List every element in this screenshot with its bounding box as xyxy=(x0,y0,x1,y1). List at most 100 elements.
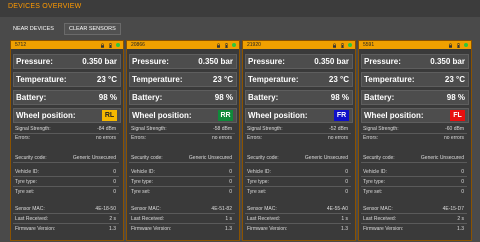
signal-strength-value: -58 dBm xyxy=(213,126,232,132)
signal-strength-value: -60 dBm xyxy=(445,126,464,132)
tyre-type-row: Tyre type: 0 xyxy=(13,178,119,187)
status-indicator-icon xyxy=(348,43,352,47)
sensor-mac-row: Sensor MAC: 4E-55-A0 xyxy=(245,205,351,214)
wheel-position-label: Wheel position: xyxy=(16,111,76,120)
tyre-set-value: 0 xyxy=(461,189,464,195)
sensor-mac-value: 4E-18-50 xyxy=(95,206,116,212)
errors-row: Errors: no errors xyxy=(361,134,467,142)
battery-row: Battery: 98 % xyxy=(245,90,353,105)
battery-icon xyxy=(224,42,229,48)
temperature-value: 23 °C xyxy=(212,75,233,84)
page-title: DEVICES OVERVIEW xyxy=(8,3,82,10)
firmware-version-value: 1.3 xyxy=(109,226,116,232)
tab-near-devices[interactable]: NEAR DEVICES xyxy=(8,23,59,35)
firmware-version-row: Firmware Version: 1.3 xyxy=(245,225,351,233)
temperature-label: Temperature: xyxy=(364,75,415,84)
device-card[interactable]: 5591 Pressure: 0.350 bar Temperature: 23… xyxy=(358,40,472,241)
temperature-row: Temperature: 23 °C xyxy=(129,72,237,87)
wheel-position-row: Wheel position: RL xyxy=(13,108,121,123)
temperature-row: Temperature: 23 °C xyxy=(13,72,121,87)
last-received-row: Last Received: 1 s xyxy=(129,215,235,224)
signal-strength-value: -84 dBm xyxy=(97,126,116,132)
signal-strength-value: -52 dBm xyxy=(329,126,348,132)
tyre-set-row: Tyre set: 0 xyxy=(129,188,235,196)
sensor-id: 5591 xyxy=(363,42,375,48)
device-cards: 5712 Pressure: 0.350 bar Temperature: 23… xyxy=(10,40,476,241)
errors-value: no errors xyxy=(443,135,464,141)
last-received-row: Last Received: 2 s xyxy=(361,215,467,224)
sensor-mac-value: 4E-51-82 xyxy=(211,206,232,212)
temperature-label: Temperature: xyxy=(248,75,299,84)
errors-label: Errors: xyxy=(131,135,146,141)
wheel-position-badge[interactable]: FR xyxy=(334,110,349,121)
sensor-mac-label: Sensor MAC: xyxy=(247,206,277,212)
battery-label: Battery: xyxy=(248,93,279,102)
pressure-row: Pressure: 0.350 bar xyxy=(245,54,353,69)
tyre-type-label: Tyre type: xyxy=(363,179,385,185)
tyre-type-row: Tyre type: 0 xyxy=(129,178,235,187)
errors-label: Errors: xyxy=(247,135,262,141)
errors-value: no errors xyxy=(327,135,348,141)
status-indicator-icon xyxy=(464,43,468,47)
last-received-value: 2 s xyxy=(457,216,464,222)
errors-value: no errors xyxy=(211,135,232,141)
firmware-version-label: Firmware Version: xyxy=(15,226,56,232)
vehicle-id-value: 0 xyxy=(113,169,116,175)
status-indicator-icon xyxy=(116,43,120,47)
firmware-version-value: 1.3 xyxy=(457,226,464,232)
vehicle-id-row: Vehicle ID: 0 xyxy=(361,168,467,177)
tyre-type-value: 0 xyxy=(113,179,116,185)
wheel-position-badge[interactable]: RL xyxy=(102,110,117,121)
pressure-label: Pressure: xyxy=(364,57,401,66)
security-code-row: Security code: Generic Unsecured xyxy=(129,154,235,163)
tyre-type-row: Tyre type: 0 xyxy=(361,178,467,187)
battery-label: Battery: xyxy=(132,93,163,102)
signal-strength-row: Signal Strength: -84 dBm xyxy=(13,125,119,134)
wheel-position-badge[interactable]: RR xyxy=(218,110,233,121)
temperature-label: Temperature: xyxy=(132,75,183,84)
device-card[interactable]: 21920 Pressure: 0.350 bar Temperature: 2… xyxy=(242,40,356,241)
firmware-version-row: Firmware Version: 1.3 xyxy=(361,225,467,233)
tab-bar: NEAR DEVICES CLEAR SENSORS xyxy=(8,23,121,35)
last-received-row: Last Received: 1 s xyxy=(245,215,351,224)
vehicle-id-row: Vehicle ID: 0 xyxy=(245,168,351,177)
signal-strength-row: Signal Strength: -52 dBm xyxy=(245,125,351,134)
pressure-label: Pressure: xyxy=(248,57,285,66)
sensor-mac-row: Sensor MAC: 4E-51-82 xyxy=(129,205,235,214)
lock-icon xyxy=(100,42,105,48)
device-card[interactable]: 20866 Pressure: 0.350 bar Temperature: 2… xyxy=(126,40,240,241)
tyre-type-label: Tyre type: xyxy=(15,179,37,185)
sensor-id: 20866 xyxy=(131,42,145,48)
errors-label: Errors: xyxy=(363,135,378,141)
firmware-version-value: 1.3 xyxy=(341,226,348,232)
wheel-position-row: Wheel position: FR xyxy=(245,108,353,123)
wheel-position-badge[interactable]: FL xyxy=(450,110,465,121)
signal-strength-label: Signal Strength: xyxy=(131,126,167,132)
vehicle-id-label: Vehicle ID: xyxy=(15,169,39,175)
battery-row: Battery: 98 % xyxy=(361,90,469,105)
vehicle-id-row: Vehicle ID: 0 xyxy=(13,168,119,177)
security-code-label: Security code: xyxy=(247,155,279,161)
temperature-value: 23 °C xyxy=(328,75,349,84)
pressure-label: Pressure: xyxy=(16,57,53,66)
tyre-type-row: Tyre type: 0 xyxy=(245,178,351,187)
errors-row: Errors: no errors xyxy=(13,134,119,142)
tyre-type-value: 0 xyxy=(229,179,232,185)
pressure-label: Pressure: xyxy=(132,57,169,66)
last-received-value: 1 s xyxy=(225,216,232,222)
wheel-position-label: Wheel position: xyxy=(132,111,192,120)
last-received-label: Last Received: xyxy=(131,216,165,222)
clear-sensors-button[interactable]: CLEAR SENSORS xyxy=(63,23,121,35)
firmware-version-label: Firmware Version: xyxy=(131,226,172,232)
tyre-type-value: 0 xyxy=(461,179,464,185)
tyre-set-row: Tyre set: 0 xyxy=(361,188,467,196)
last-received-label: Last Received: xyxy=(15,216,49,222)
security-code-label: Security code: xyxy=(131,155,163,161)
device-card[interactable]: 5712 Pressure: 0.350 bar Temperature: 23… xyxy=(10,40,124,241)
tyre-set-value: 0 xyxy=(345,189,348,195)
battery-icon xyxy=(108,42,113,48)
firmware-version-row: Firmware Version: 1.3 xyxy=(13,225,119,233)
errors-row: Errors: no errors xyxy=(245,134,351,142)
errors-row: Errors: no errors xyxy=(129,134,235,142)
firmware-version-value: 1.3 xyxy=(225,226,232,232)
